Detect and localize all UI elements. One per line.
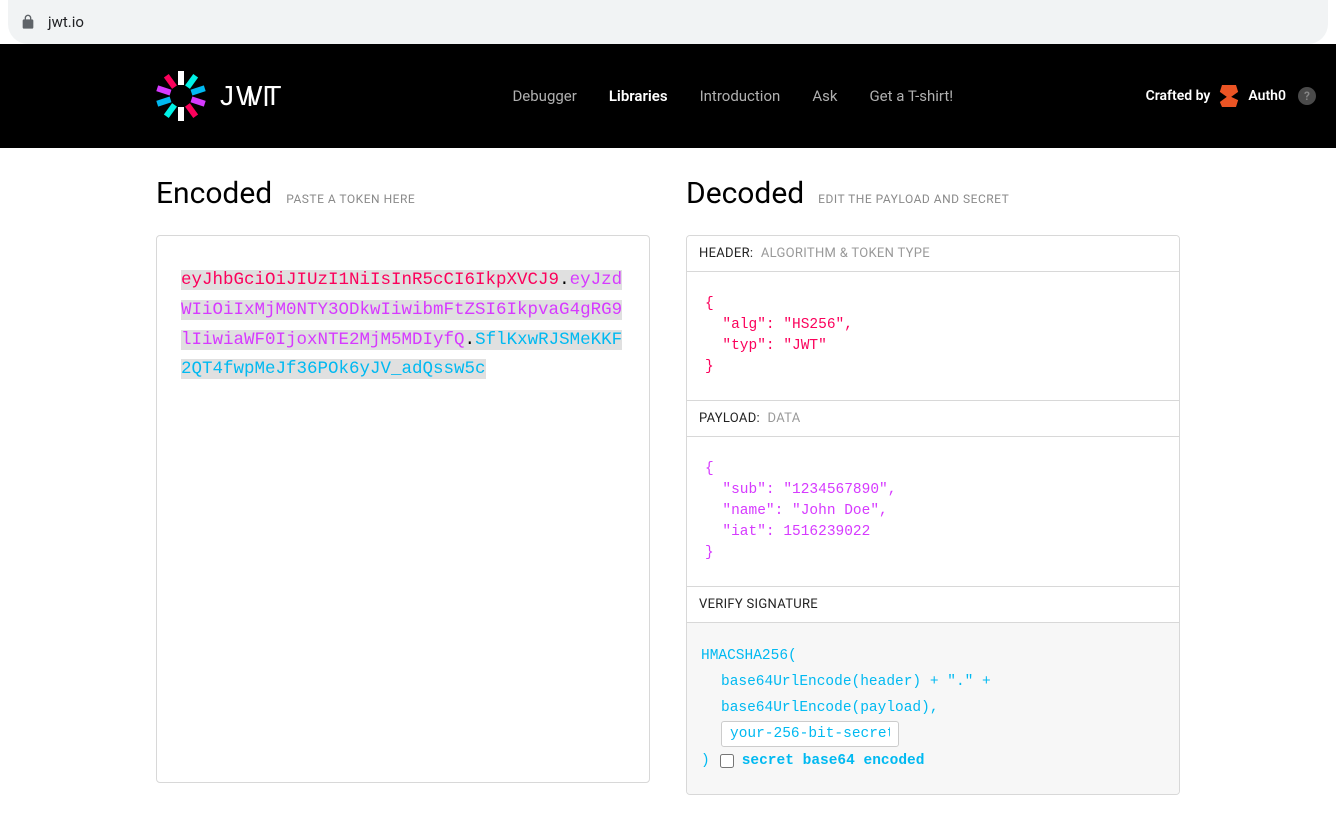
header-label: HEADER:	[699, 246, 753, 261]
logo[interactable]: JWT	[156, 71, 320, 121]
crafted-label: Crafted by	[1146, 88, 1211, 104]
decoded-title-row: Decoded EDIT THE PAYLOAD AND SECRET	[686, 176, 1180, 211]
auth0-logo-icon	[1218, 85, 1240, 107]
decoded-box: HEADER: ALGORITHM & TOKEN TYPE { "alg": …	[686, 235, 1180, 795]
auth0-text: Auth0	[1248, 88, 1286, 104]
token-dot: .	[465, 330, 476, 350]
decoded-column: Decoded EDIT THE PAYLOAD AND SECRET HEAD…	[686, 176, 1180, 795]
payload-panel-head: PAYLOAD: DATA	[687, 401, 1179, 437]
token-header-part: eyJhbGciOiJIUzI1NiIsInR5cCI6IkpXVCJ9	[181, 270, 559, 290]
signature-body: HMACSHA256( base64UrlEncode(header) + ".…	[687, 623, 1179, 793]
nav-tshirt[interactable]: Get a T-shirt!	[869, 87, 953, 105]
secret-base64-label[interactable]: secret base64 encoded	[742, 748, 925, 774]
header-sublabel: ALGORITHM & TOKEN TYPE	[761, 246, 930, 261]
nav-libraries[interactable]: Libraries	[609, 87, 668, 105]
main-nav: Debugger Libraries Introduction Ask Get …	[512, 87, 953, 105]
decoded-hint: EDIT THE PAYLOAD AND SECRET	[818, 192, 1009, 206]
lock-icon	[20, 14, 36, 30]
header-json[interactable]: { "alg": "HS256", "typ": "JWT" }	[687, 272, 1179, 401]
sig-close-paren: )	[701, 748, 710, 774]
nav-ask[interactable]: Ask	[812, 87, 837, 105]
help-icon[interactable]: ?	[1298, 87, 1316, 105]
secret-base64-checkbox[interactable]	[720, 754, 734, 768]
decoded-title: Decoded	[686, 176, 804, 211]
encoded-column: Encoded PASTE A TOKEN HERE eyJhbGciOiJIU…	[156, 176, 650, 795]
signature-panel-head: VERIFY SIGNATURE	[687, 587, 1179, 623]
svg-text:JWT: JWT	[220, 80, 284, 111]
nav-debugger[interactable]: Debugger	[512, 87, 576, 105]
main-content: Encoded PASTE A TOKEN HERE eyJhbGciOiJIU…	[0, 148, 1336, 815]
url-text: jwt.io	[48, 13, 84, 31]
sig-line-1: HMACSHA256(	[701, 643, 1165, 669]
jwt-logo-text: JWT	[220, 80, 320, 112]
sig-line-2: base64UrlEncode(header) + "." +	[701, 669, 1165, 695]
browser-address-bar[interactable]: jwt.io	[8, 0, 1328, 44]
encoded-title-row: Encoded PASTE A TOKEN HERE	[156, 176, 650, 211]
jwt-logo-icon	[156, 71, 206, 121]
sig-line-3: base64UrlEncode(payload),	[701, 695, 1165, 721]
signature-label: VERIFY SIGNATURE	[699, 597, 818, 612]
site-header: JWT Debugger Libraries Introduction Ask …	[0, 44, 1336, 148]
encoded-token-box[interactable]: eyJhbGciOiJIUzI1NiIsInR5cCI6IkpXVCJ9.eyJ…	[156, 235, 650, 783]
crafted-by[interactable]: Crafted by Auth0 ?	[1146, 85, 1316, 107]
encoded-hint: PASTE A TOKEN HERE	[286, 192, 415, 206]
payload-json[interactable]: { "sub": "1234567890", "name": "John Doe…	[687, 437, 1179, 587]
token-dot: .	[559, 270, 570, 290]
encoded-title: Encoded	[156, 176, 272, 211]
payload-sublabel: DATA	[768, 411, 801, 426]
nav-introduction[interactable]: Introduction	[700, 87, 781, 105]
header-panel-head: HEADER: ALGORITHM & TOKEN TYPE	[687, 236, 1179, 272]
secret-input[interactable]	[721, 721, 899, 747]
payload-label: PAYLOAD:	[699, 411, 760, 426]
